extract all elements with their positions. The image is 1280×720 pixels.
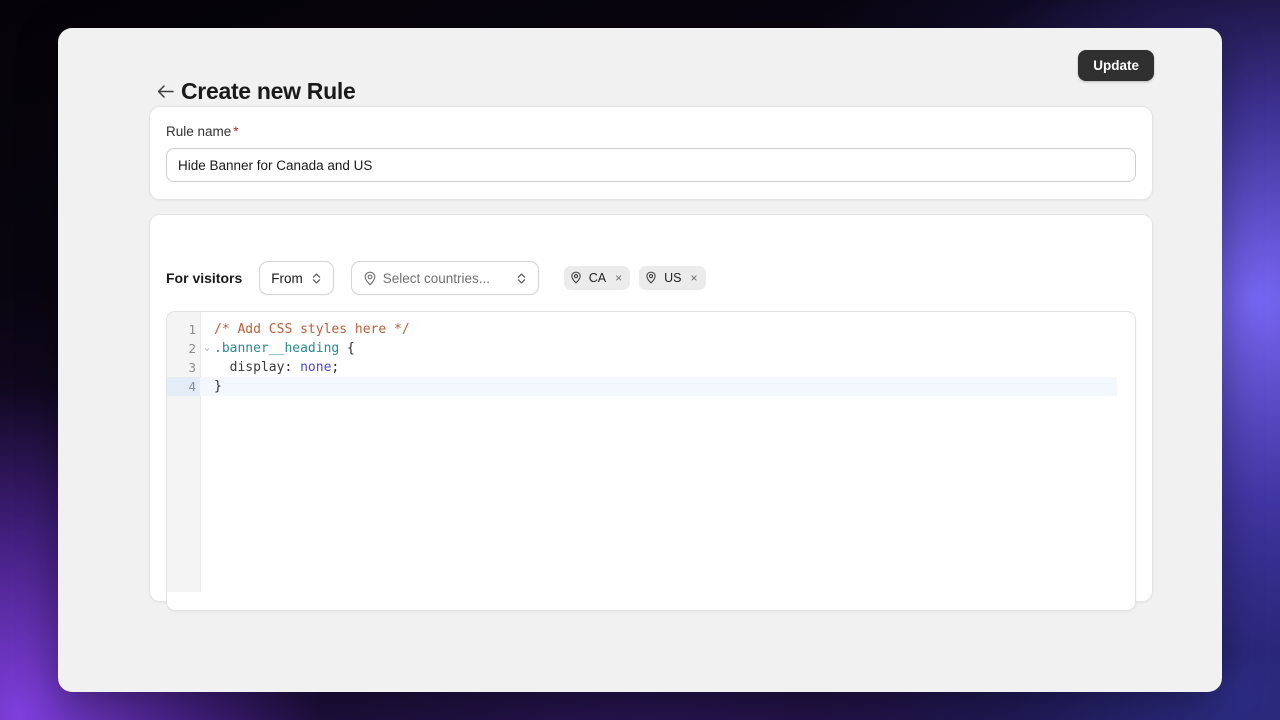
app-window: Create new Rule Update Rule name* For vi… <box>58 28 1222 692</box>
line-number: 1 <box>167 320 200 339</box>
css-code-editor[interactable]: 1 /* Add CSS styles here */ 2⌄.banner__hea… <box>166 311 1136 611</box>
update-button[interactable]: Update <box>1078 50 1154 81</box>
code-line[interactable]: 4} <box>167 377 1135 396</box>
rule-name-card: Rule name* <box>149 106 1153 200</box>
page-header: Create new Rule Update <box>58 28 1222 104</box>
code-text: } <box>200 377 222 396</box>
code-token-punct: : <box>284 360 300 375</box>
map-pin-icon <box>363 271 377 285</box>
editor-lines: 1 /* Add CSS styles here */ 2⌄.banner__hea… <box>167 320 1135 396</box>
code-text: display: none; <box>200 358 339 377</box>
country-tag-label: CA <box>589 271 606 285</box>
chevron-up-down-icon <box>516 271 527 286</box>
rule-name-label: Rule name* <box>166 124 239 139</box>
map-pin-icon <box>645 271 659 285</box>
code-text: .banner__heading { <box>200 339 355 358</box>
line-number: 4 <box>167 377 200 396</box>
line-number: 2 <box>167 339 200 358</box>
countries-select-placeholder: Select countries... <box>383 271 490 286</box>
chevron-down-icon[interactable]: ⌄ <box>201 339 213 358</box>
code-token-prop: display <box>214 360 284 375</box>
from-select[interactable]: From <box>259 261 334 295</box>
code-token-selector: .banner__heading <box>214 341 339 356</box>
country-tag-label: US <box>664 271 681 285</box>
code-token-value: none <box>300 360 331 375</box>
code-token-punct: } <box>214 379 222 394</box>
map-pin-icon <box>570 271 584 285</box>
rule-name-label-text: Rule name <box>166 124 231 139</box>
country-tag-us: US × <box>639 266 705 290</box>
rule-name-input[interactable] <box>166 148 1136 182</box>
code-token-punct: ; <box>331 360 339 375</box>
desktop-background: Create new Rule Update Rule name* For vi… <box>0 0 1280 720</box>
code-line[interactable]: 2⌄.banner__heading { <box>167 339 1135 358</box>
required-asterisk: * <box>233 124 238 139</box>
code-line[interactable]: 1 /* Add CSS styles here */ <box>167 320 1135 339</box>
from-select-value: From <box>271 271 303 286</box>
code-token-comment: /* Add CSS styles here */ <box>214 322 410 337</box>
arrow-left-icon <box>157 84 174 99</box>
back-button[interactable] <box>152 78 178 104</box>
code-token-punct: { <box>339 341 355 356</box>
country-tag-ca: CA × <box>564 266 630 290</box>
remove-country-icon[interactable]: × <box>689 270 700 286</box>
for-visitors-label: For visitors <box>166 270 242 286</box>
code-line[interactable]: 3 display: none; <box>167 358 1135 377</box>
countries-select[interactable]: Select countries... <box>351 261 539 295</box>
line-number: 3 <box>167 358 200 377</box>
visitors-condition-row: For visitors From <box>166 261 715 295</box>
chevron-up-down-icon <box>311 271 322 286</box>
remove-country-icon[interactable]: × <box>613 270 624 286</box>
code-text: /* Add CSS styles here */ <box>200 320 410 339</box>
visitors-card: For visitors From <box>149 214 1153 602</box>
